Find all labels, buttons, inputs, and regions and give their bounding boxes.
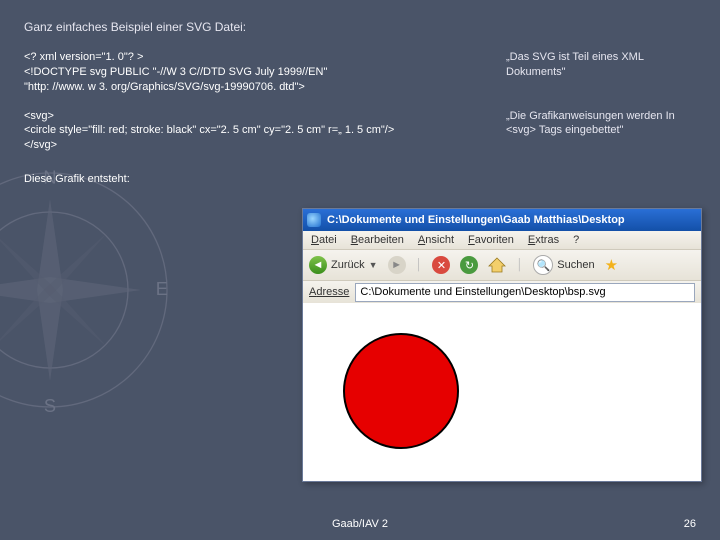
- stop-icon[interactable]: ✕: [432, 256, 450, 274]
- forward-icon[interactable]: ►: [388, 256, 406, 274]
- xml-declaration-code: <? xml version="1. 0"? > <!DOCTYPE svg P…: [24, 50, 494, 95]
- home-icon[interactable]: [488, 257, 506, 273]
- window-title: C:\Dokumente und Einstellungen\Gaab Matt…: [327, 214, 625, 226]
- search-button[interactable]: 🔍 Suchen: [533, 255, 594, 275]
- menu-help[interactable]: ?: [573, 234, 579, 246]
- address-input[interactable]: [355, 283, 695, 302]
- menubar: DDateiatei Bearbeiten Ansicht Favoriten …: [303, 231, 701, 249]
- chevron-down-icon: ▼: [369, 260, 378, 270]
- back-icon: ◄: [309, 256, 327, 274]
- page-number: 26: [684, 518, 696, 530]
- result-label: Diese Grafik entsteht:: [24, 173, 696, 185]
- favorites-icon[interactable]: ★: [605, 256, 618, 274]
- back-label: Zurück: [331, 259, 365, 271]
- svg-code: <svg> <circle style="fill: red; stroke: …: [24, 109, 494, 154]
- search-icon: 🔍: [533, 255, 553, 275]
- refresh-icon[interactable]: ↻: [460, 256, 478, 274]
- ie-window: C:\Dokumente und Einstellungen\Gaab Matt…: [302, 208, 702, 482]
- address-bar: AAdressedresse: [303, 281, 701, 303]
- menu-bearbeiten[interactable]: Bearbeiten: [351, 234, 404, 246]
- svg-annotation: „Die Grafikanweisungen werden In <svg> T…: [506, 109, 696, 139]
- slide-footer: Gaab/IAV 2: [0, 518, 720, 530]
- menu-favoriten[interactable]: Favoriten: [468, 234, 514, 246]
- xml-annotation: „Das SVG ist Teil eines XML Dokuments": [506, 50, 696, 80]
- slide-heading: Ganz einfaches Beispiel einer SVG Datei:: [24, 20, 696, 34]
- address-label: AAdressedresse: [309, 286, 349, 298]
- back-button[interactable]: ◄ Zurück ▼: [309, 256, 378, 274]
- search-label: Suchen: [557, 259, 594, 271]
- toolbar: ◄ Zurück ▼ ► │ ✕ ↻ │ 🔍 Suchen ★: [303, 249, 701, 281]
- menu-extras[interactable]: Extras: [528, 234, 559, 246]
- menu-ansicht[interactable]: Ansicht: [418, 234, 454, 246]
- ie-icon: [307, 213, 321, 227]
- menu-datei[interactable]: DDateiatei: [311, 234, 337, 246]
- titlebar: C:\Dokumente und Einstellungen\Gaab Matt…: [303, 209, 701, 231]
- red-circle: [343, 333, 459, 449]
- browser-content: [303, 303, 701, 481]
